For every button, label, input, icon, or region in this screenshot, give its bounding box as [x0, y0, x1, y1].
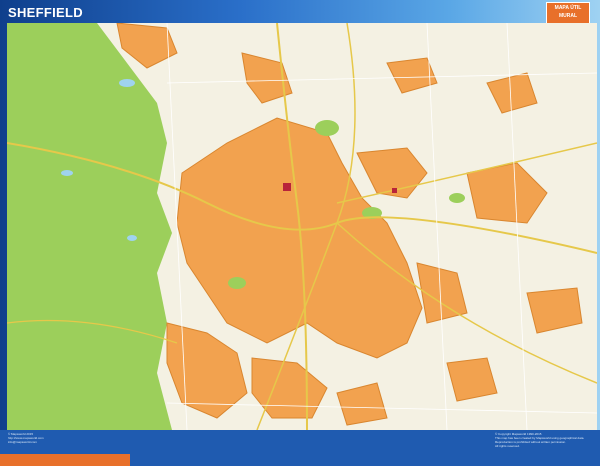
footer-accent-bar: [0, 454, 130, 466]
city-centre-marker: [283, 183, 291, 191]
reservoir-3: [127, 235, 137, 241]
badge-line-2: MURAL: [547, 13, 589, 21]
badge-line-1: MAPA ÚTIL: [547, 5, 589, 13]
reservoir-2: [61, 170, 73, 176]
park-1: [315, 120, 339, 136]
footer-left-note: © Mapsworld 2015 http://www.mapsworld.co…: [8, 433, 78, 445]
map-title: SHEFFIELD: [8, 5, 83, 20]
brand-badge: MAPA ÚTIL MURAL: [546, 2, 590, 24]
map-canvas[interactable]: [7, 23, 597, 430]
park-4: [449, 193, 465, 203]
reservoir-1: [119, 79, 135, 87]
park-3: [228, 277, 246, 289]
landmark-marker: [392, 188, 397, 193]
map-svg: [7, 23, 597, 430]
footer-right-note: © Copyright Mapsworld 1990-2015 This map…: [495, 433, 595, 449]
